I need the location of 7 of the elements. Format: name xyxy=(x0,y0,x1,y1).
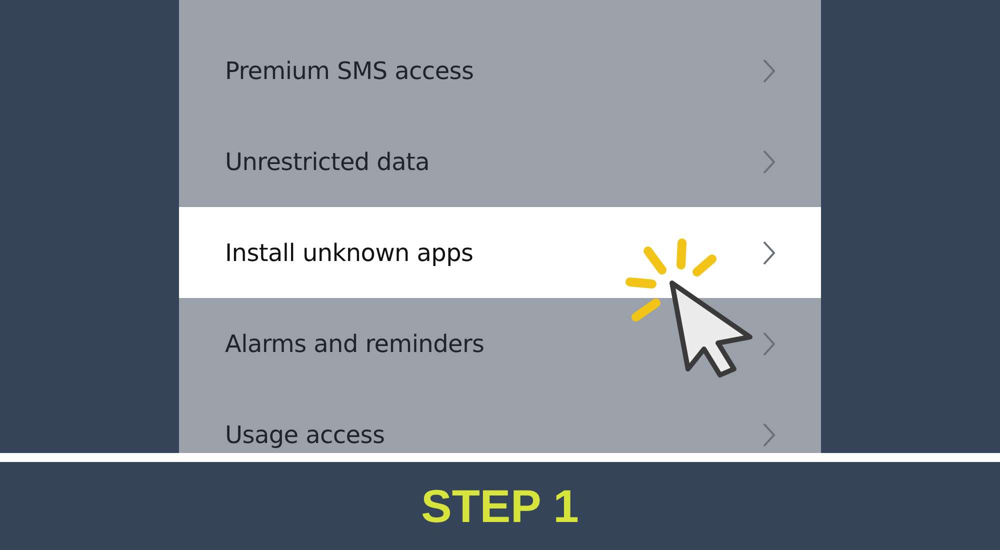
settings-item[interactable]: Install unknown apps xyxy=(179,207,821,298)
chevron-right-icon xyxy=(763,58,775,82)
chevron-right-icon xyxy=(763,150,775,174)
chevron-right-icon xyxy=(763,240,775,264)
chevron-right-icon xyxy=(763,422,775,446)
step-caption: STEP 1 xyxy=(421,478,579,534)
chevron-right-icon xyxy=(763,332,775,356)
